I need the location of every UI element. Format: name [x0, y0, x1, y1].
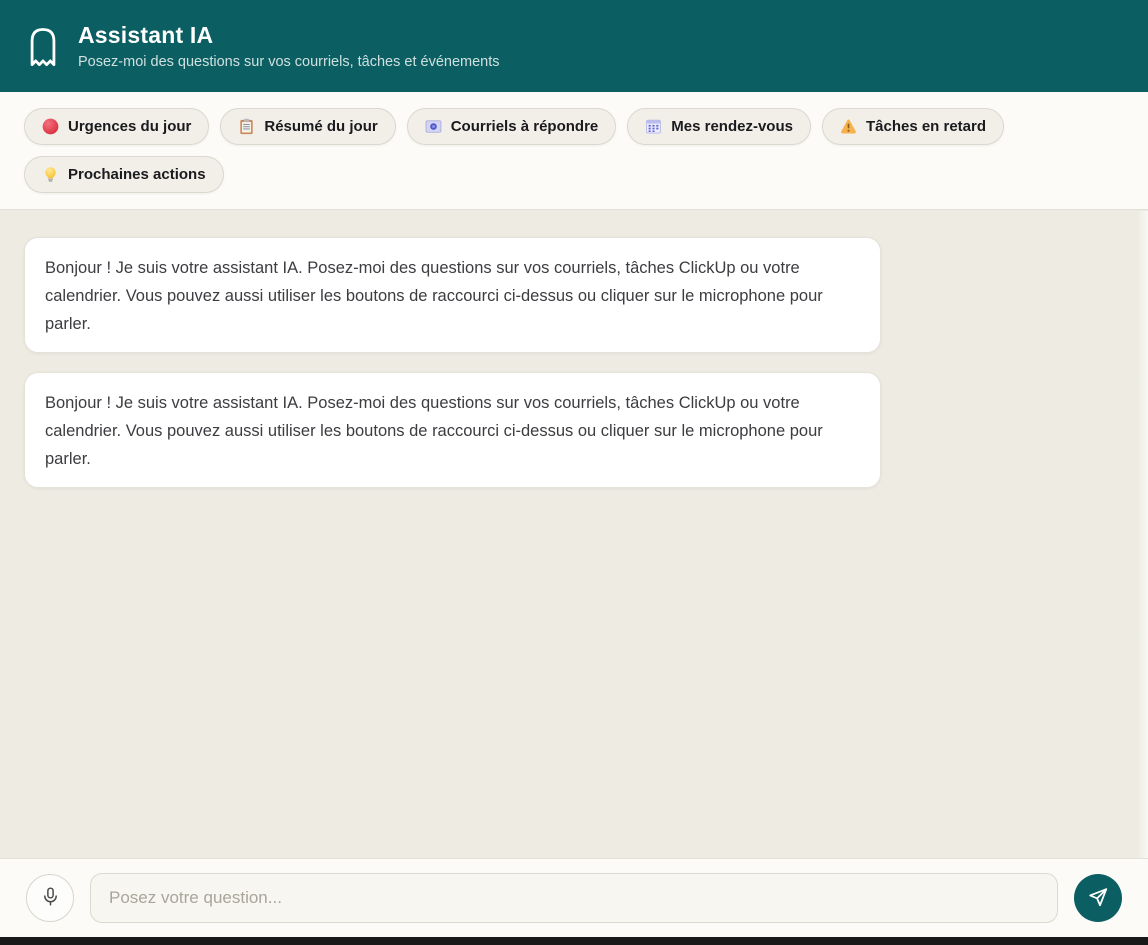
assistant-message-card: Bonjour ! Je suis votre assistant IA. Po…: [24, 237, 881, 353]
assistant-message-text: Bonjour ! Je suis votre assistant IA. Po…: [45, 259, 823, 333]
page-subtitle: Posez-moi des questions sur vos courriel…: [78, 54, 500, 70]
question-input[interactable]: [90, 873, 1058, 923]
send-icon: [1087, 886, 1109, 911]
microphone-button[interactable]: [26, 874, 74, 922]
clipboard-icon: [238, 118, 255, 135]
page-title: Assistant IA: [78, 22, 214, 48]
ghost-icon: [26, 26, 60, 66]
assistant-message-text: Bonjour ! Je suis votre assistant IA. Po…: [45, 394, 823, 468]
chip-resume-du-jour[interactable]: Résumé du jour: [220, 108, 396, 145]
chat-area: Bonjour ! Je suis votre assistant IA. Po…: [0, 211, 1148, 858]
chip-taches-en-retard[interactable]: Tâches en retard: [821, 108, 1005, 145]
chip-label: Courriels à répondre: [450, 118, 599, 135]
bottom-edge-bar: [0, 937, 1148, 945]
red-circle-icon: [42, 118, 59, 135]
quick-actions-bar: Urgences du jour Résumé du jour Courriel…: [0, 92, 1148, 210]
chat-scrollbar-track[interactable]: [1137, 211, 1148, 858]
microphone-icon: [40, 886, 61, 910]
send-button[interactable]: [1074, 874, 1122, 922]
email-icon: [425, 118, 442, 135]
chip-label: Mes rendez-vous: [671, 118, 793, 135]
calendar-icon: [645, 118, 662, 135]
chip-prochaines-actions[interactable]: Prochaines actions: [24, 156, 224, 193]
chip-label: Résumé du jour: [264, 118, 378, 135]
chip-label: Tâches en retard: [865, 118, 987, 135]
chip-label: Urgences du jour: [68, 118, 192, 135]
chip-label: Prochaines actions: [68, 166, 206, 183]
warning-icon: [840, 118, 857, 135]
header: Assistant IA Posez-moi des questions sur…: [0, 0, 1148, 92]
header-text: Assistant IA Posez-moi des questions sur…: [78, 22, 500, 70]
chip-mes-rendez-vous[interactable]: Mes rendez-vous: [627, 108, 811, 145]
assistant-message-card: Bonjour ! Je suis votre assistant IA. Po…: [24, 372, 881, 488]
lightbulb-icon: [42, 166, 59, 183]
composer-bar: [0, 858, 1148, 937]
chip-urgences-du-jour[interactable]: Urgences du jour: [24, 108, 210, 145]
assistant-app: Assistant IA Posez-moi des questions sur…: [0, 0, 1148, 945]
chip-courriels-a-repondre[interactable]: Courriels à répondre: [406, 108, 617, 145]
